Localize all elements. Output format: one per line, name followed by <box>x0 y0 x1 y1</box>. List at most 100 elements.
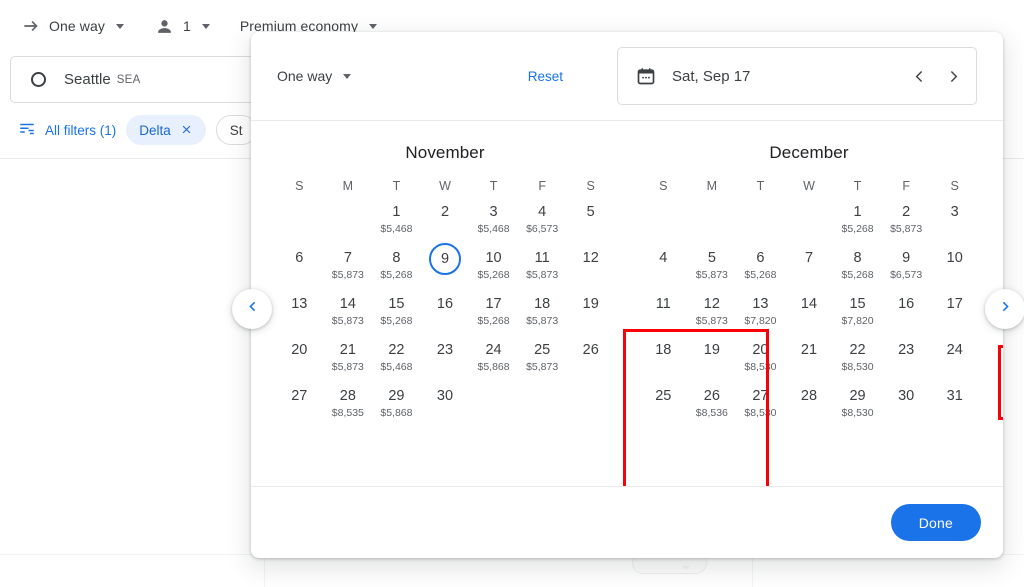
calendar-day-cell[interactable]: 15 $7,820 <box>833 293 882 339</box>
calendar-prev-nav-button[interactable] <box>232 289 272 329</box>
calendar-day-cell[interactable]: 21 $5,873 <box>324 339 373 385</box>
calendar-day-cell[interactable]: 10 $5,268 <box>469 247 518 293</box>
calendar-day-cell[interactable]: 7 <box>785 247 834 293</box>
filter-chip-delta[interactable]: Delta <box>126 115 206 145</box>
calendar-day-cell[interactable]: 12 $5,873 <box>688 293 737 339</box>
calendar-day-cell[interactable]: 23 <box>882 339 931 385</box>
calendar-day-cell[interactable]: 29 $5,868 <box>372 385 421 431</box>
calendar-day-cell[interactable]: 21 <box>785 339 834 385</box>
calendar-day-cell[interactable]: 18 <box>639 339 688 385</box>
calendar-day-cell[interactable]: 23 <box>421 339 470 385</box>
calendar-day-cell[interactable]: 13 <box>275 293 324 339</box>
calendar-day-cell[interactable]: 3 <box>930 201 979 247</box>
calendar-day-cell[interactable]: 26 $8,536 <box>688 385 737 431</box>
calendar-day-cell[interactable]: 2 <box>421 201 470 247</box>
calendar-day-cell[interactable]: 7 $5,873 <box>324 247 373 293</box>
day-price: $5,868 <box>380 407 413 419</box>
calendar-day-cell[interactable]: 8 $5,268 <box>372 247 421 293</box>
weekday-header-row: SMTWTFS <box>275 179 615 201</box>
close-icon[interactable] <box>180 123 193 138</box>
calendar-day-cell[interactable]: 16 <box>421 293 470 339</box>
calendar-day-cell[interactable]: 14 <box>785 293 834 339</box>
calendar-day-cell[interactable]: 25 <box>639 385 688 431</box>
calendar-day-cell[interactable]: 29 $8,530 <box>833 385 882 431</box>
calendar-day-cell[interactable]: 17 <box>930 293 979 339</box>
day-number: 19 <box>582 296 599 312</box>
calendar-day-cell[interactable]: 24 $5,868 <box>469 339 518 385</box>
day-number: 15 <box>849 296 866 312</box>
calendar-day-cell[interactable]: 5 $5,873 <box>688 247 737 293</box>
date-next-button[interactable] <box>936 59 970 93</box>
calendar-day-cell[interactable]: 31 <box>930 385 979 431</box>
calendar-day-cell[interactable]: 22 $5,468 <box>372 339 421 385</box>
calendar-day-cell[interactable]: 24 <box>930 339 979 385</box>
calendar-next-nav-button[interactable] <box>985 289 1024 329</box>
calendar-day-cell[interactable]: 28 <box>785 385 834 431</box>
calendar-day-cell[interactable]: 10 <box>930 247 979 293</box>
calendar-day-cell[interactable]: 9 <box>421 243 470 293</box>
day-price: $5,268 <box>744 269 777 281</box>
day-price: $5,873 <box>331 315 364 327</box>
calendar-day-cell[interactable]: 30 <box>421 385 470 431</box>
calendar-day-cell[interactable]: 20 <box>275 339 324 385</box>
calendar-day-cell[interactable]: 18 $5,873 <box>518 293 567 339</box>
calendar-day-cell[interactable]: 1 $5,268 <box>833 201 882 247</box>
calendar-day-cell[interactable]: 14 $5,873 <box>324 293 373 339</box>
calendar-day-cell[interactable]: 16 <box>882 293 931 339</box>
calendar-day-cell[interactable]: 6 $5,268 <box>736 247 785 293</box>
day-price: $5,268 <box>841 269 874 281</box>
day-number: 17 <box>946 296 963 312</box>
day-number: 22 <box>388 342 405 358</box>
passengers-selector[interactable]: 1 <box>148 8 216 44</box>
day-price: $5,268 <box>477 315 510 327</box>
day-number: 18 <box>534 296 551 312</box>
calendar-day-cell[interactable]: 22 $8,530 <box>833 339 882 385</box>
calendar-day-cell[interactable]: 1 $5,468 <box>372 201 421 247</box>
chevron-down-icon <box>201 23 210 29</box>
calendar-day-cell[interactable]: 19 <box>688 339 737 385</box>
weekday-header: T <box>853 179 862 193</box>
done-button[interactable]: Done <box>890 504 981 541</box>
day-price: $5,468 <box>477 223 510 235</box>
calendar-day-cell[interactable]: 12 <box>566 247 615 293</box>
calendar-day-cell[interactable]: 20 $8,530 <box>736 339 785 385</box>
calendar-day-cell[interactable]: 2 $5,873 <box>882 201 931 247</box>
origin-airport-code: SEA <box>116 73 141 86</box>
day-number: 13 <box>291 296 308 312</box>
day-number: 12 <box>582 250 599 266</box>
calendar-day-cell[interactable]: 11 $5,873 <box>518 247 567 293</box>
calendar-day-cell[interactable]: 4 $6,573 <box>518 201 567 247</box>
day-number: 27 <box>752 388 769 404</box>
departure-date-field[interactable]: Sat, Sep 17 <box>617 47 977 105</box>
trip-type-selector[interactable]: One way <box>14 8 130 44</box>
day-number: 9 <box>902 250 911 266</box>
reset-button[interactable]: Reset <box>528 69 563 84</box>
calendar-day-cell[interactable]: 4 <box>639 247 688 293</box>
day-number: 2 <box>440 204 450 220</box>
day-price: $5,268 <box>477 269 510 281</box>
dialog-trip-type-selector[interactable]: One way <box>277 68 352 84</box>
calendar-day-cell[interactable]: 26 <box>566 339 615 385</box>
calendar-day-cell[interactable]: 30 <box>882 385 931 431</box>
weekday-header: M <box>342 179 354 193</box>
calendar-day-cell[interactable]: 25 $5,873 <box>518 339 567 385</box>
day-number: 29 <box>849 388 866 404</box>
calendar-day-cell[interactable]: 15 $5,268 <box>372 293 421 339</box>
calendar-day-cell[interactable]: 11 <box>639 293 688 339</box>
all-filters-button[interactable]: All filters (1) <box>18 120 116 141</box>
calendar-day-cell[interactable]: 3 $5,468 <box>469 201 518 247</box>
calendar-day-cell[interactable]: 6 <box>275 247 324 293</box>
calendar-day-cell[interactable]: 19 <box>566 293 615 339</box>
calendar-day-cell[interactable]: 8 $5,268 <box>833 247 882 293</box>
date-prev-button[interactable] <box>902 59 936 93</box>
calendar-day-cell[interactable]: 13 $7,820 <box>736 293 785 339</box>
day-price: $5,873 <box>526 361 559 373</box>
days-grid: 1 $5,268 2 $5,873 3 4 5 $5,873 6 $5,268 7 8 $5,268 9 $… <box>639 201 979 431</box>
calendar-day-cell[interactable]: 9 $6,573 <box>882 247 931 293</box>
calendar-day-cell[interactable]: 27 $8,530 <box>736 385 785 431</box>
calendar-day-cell[interactable]: 28 $8,535 <box>324 385 373 431</box>
calendar-day-cell[interactable]: 5 <box>566 201 615 247</box>
calendar-day-cell[interactable]: 17 $5,268 <box>469 293 518 339</box>
calendar-day-cell[interactable]: 27 <box>275 385 324 431</box>
date-stepper <box>902 59 970 93</box>
